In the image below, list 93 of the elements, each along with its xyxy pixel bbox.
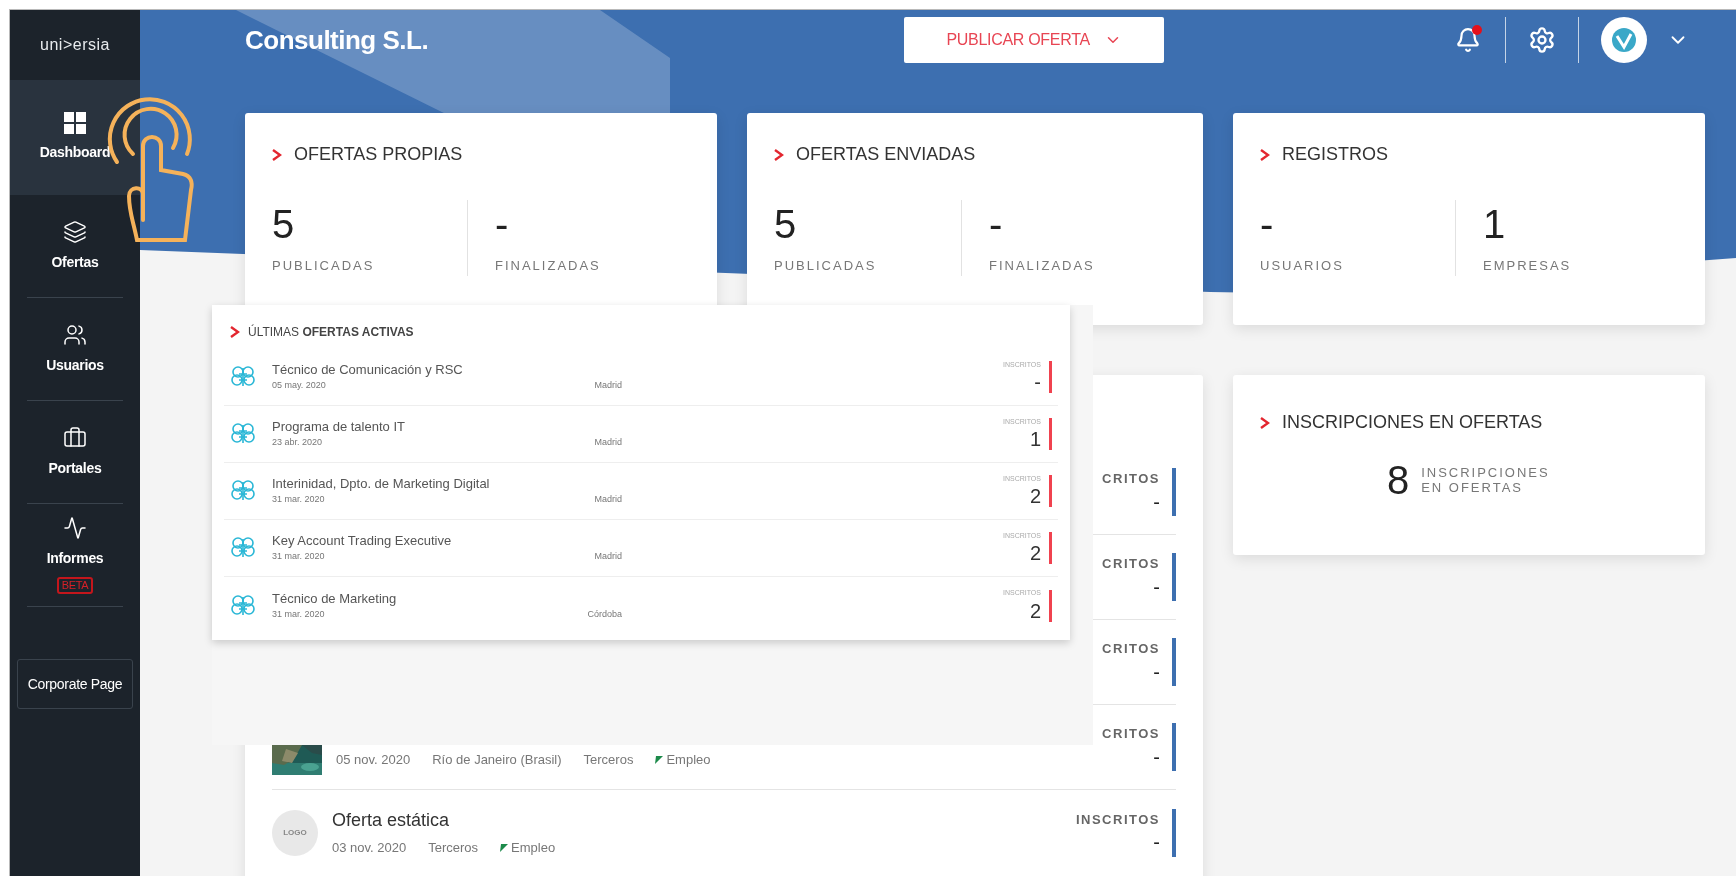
status-bar — [1172, 638, 1176, 686]
status-bar — [1049, 418, 1052, 450]
inscritos-count: 2 — [1029, 598, 1041, 623]
inscritos-count: - — [1153, 830, 1160, 856]
status-bar — [1172, 553, 1176, 601]
inscritos-label: CRITOS — [1102, 725, 1160, 744]
offer-title: Técnico de Comunicación y RSC — [272, 361, 464, 380]
flag-icon — [500, 844, 509, 852]
stat-value: - — [989, 201, 1004, 248]
users-icon — [63, 322, 87, 347]
nav-item[interactable]: Informes BETA — [10, 504, 140, 606]
settings-icon[interactable] — [1528, 26, 1556, 54]
stat-label: USUARIOS — [1260, 257, 1345, 275]
pulse-icon — [63, 516, 87, 540]
stat-value: 5 — [272, 201, 296, 248]
offer-title: Key Account Trading Executive — [272, 532, 453, 551]
inscritos-label: CRITOS — [1102, 555, 1160, 574]
stat-label: INSCRIPCIONES EN OFERTAS — [1421, 465, 1551, 495]
card-title: REGISTROS — [1282, 143, 1388, 166]
offer-title: Técnico de Marketing — [272, 589, 398, 608]
offer-date: 23 abr. 2020 — [272, 436, 323, 450]
nav-item[interactable]: Usuarios — [10, 298, 140, 400]
status-bar — [1172, 468, 1176, 516]
briefcase-icon — [63, 425, 87, 450]
stat-value: - — [1260, 201, 1275, 248]
status-bar — [1049, 475, 1052, 507]
inscritos-count: - — [1153, 574, 1160, 600]
callout-title: ÚLTIMAS OFERTAS ACTIVAS — [248, 323, 414, 341]
inscritos-count: - — [1153, 744, 1160, 770]
offer-city: Madrid — [594, 550, 622, 564]
offer-city: Madrid — [594, 436, 622, 450]
inscritos-label: INSCRITOS — [1075, 810, 1160, 829]
stat-label: PUBLICADAS — [272, 257, 376, 275]
card-title: OFERTAS PROPIAS — [294, 143, 463, 166]
stat-label: FINALIZADAS — [989, 257, 1096, 275]
card-title: INSCRIPCIONES EN OFERTAS — [1282, 411, 1543, 434]
inscritos-count: 2 — [1029, 541, 1041, 566]
publish-offer-button[interactable]: PUBLICAR OFERTA — [904, 17, 1165, 63]
inscritos-count: 1 — [1029, 427, 1041, 452]
chevron-icon — [1260, 148, 1270, 161]
stat-label: PUBLICADAS — [774, 257, 878, 275]
brand-logo: uni>ersia — [40, 35, 110, 55]
company-name: Consulting S.L. — [245, 23, 429, 57]
status-bar — [1049, 361, 1052, 393]
chevron-icon — [1260, 416, 1270, 429]
nav-item[interactable]: Ofertas — [10, 195, 140, 297]
offer-date: 05 may. 2020 — [272, 379, 326, 393]
chevron-icon — [272, 148, 282, 161]
offer-date: 05 nov. 2020 — [336, 751, 411, 770]
offer-date: 03 nov. 2020 — [332, 839, 407, 858]
offer-date: 31 mar. 2020 — [272, 493, 325, 507]
status-bar — [1049, 532, 1052, 564]
stat-value: - — [495, 201, 510, 248]
offer-title: Oferta estática — [332, 809, 451, 833]
stat-value: 8 — [1386, 458, 1410, 502]
inscritos-count: 2 — [1029, 484, 1041, 509]
offer-source: Terceros — [583, 751, 634, 770]
offer-location: Río de Janeiro (Brasil) — [432, 751, 562, 770]
offer-city: Madrid — [594, 379, 622, 393]
offer-city: Córdoba — [587, 607, 622, 621]
offer-type: Empleo — [511, 839, 556, 858]
flag-icon — [655, 756, 664, 764]
nav-item[interactable]: Dashboard — [10, 80, 140, 195]
offer-city: Madrid — [594, 493, 622, 507]
nav-item[interactable]: Portales — [10, 401, 140, 503]
inscritos-label: CRITOS — [1102, 640, 1160, 659]
inscritos-label: CRITOS — [1102, 470, 1160, 489]
company-logo: LOGO — [272, 809, 318, 856]
status-bar — [1049, 589, 1052, 622]
inscritos-count: - — [1153, 489, 1160, 515]
beta-badge: BETA — [56, 577, 94, 594]
chevron-icon — [230, 326, 240, 338]
offer-title: Programa de talento IT — [272, 418, 406, 437]
dashboard-grid-icon — [64, 112, 86, 134]
chevron-icon — [774, 148, 784, 161]
bell-icon — [1455, 27, 1481, 53]
status-bar — [1172, 808, 1176, 857]
inscritos-count: - — [1153, 659, 1160, 685]
offer-date: 31 mar. 2020 — [272, 550, 325, 564]
stat-value: 5 — [774, 201, 798, 248]
layers-icon — [63, 219, 87, 244]
corporate-page-button[interactable]: Corporate Page — [17, 659, 133, 709]
stat-label: FINALIZADAS — [495, 257, 602, 275]
offer-type: Empleo — [666, 751, 711, 770]
offer-source: Terceros — [428, 839, 479, 858]
inscritos-count: - — [1034, 370, 1041, 395]
stat-label: EMPRESAS — [1483, 257, 1573, 275]
card-title: OFERTAS ENVIADAS — [796, 143, 976, 166]
stat-value: 1 — [1483, 201, 1507, 248]
offer-date: 31 mar. 2020 — [272, 607, 325, 621]
avatar-icon[interactable] — [1601, 17, 1647, 63]
offer-title: Interinidad, Dpto. de Marketing Digital — [272, 475, 491, 494]
status-bar — [1172, 723, 1176, 771]
